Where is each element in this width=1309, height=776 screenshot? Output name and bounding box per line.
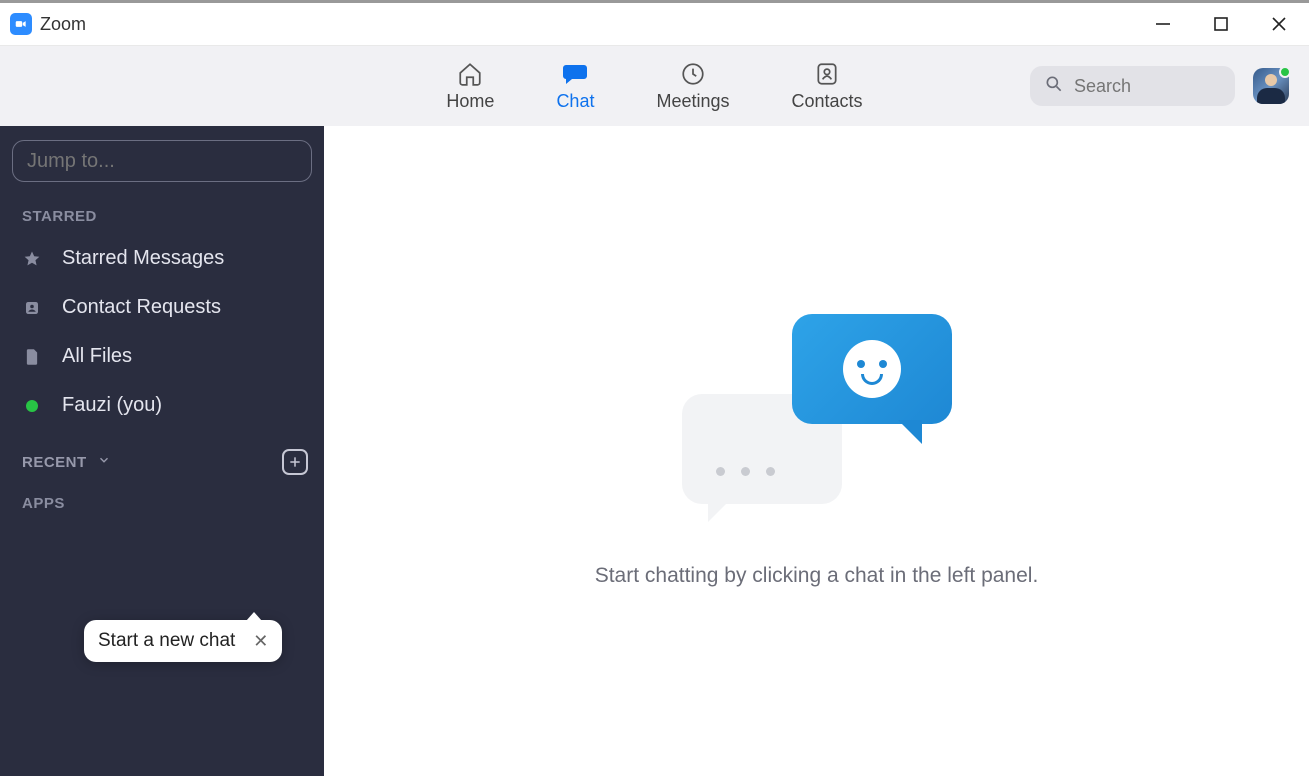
search-icon [1044, 74, 1064, 99]
section-apps-label: APPS [22, 495, 65, 512]
contacts-icon [814, 61, 840, 87]
nav-meetings-label: Meetings [656, 91, 729, 112]
presence-indicator [1279, 66, 1291, 78]
section-starred-label: STARRED [22, 208, 97, 225]
sidebar-item-all-files[interactable]: All Files [12, 335, 312, 378]
nav-items: Home Chat Meetings Contacts [446, 61, 862, 112]
nav-chat-label: Chat [556, 91, 594, 112]
jump-to-input[interactable] [12, 140, 312, 182]
file-icon [22, 347, 42, 367]
titlebar: Zoom [0, 0, 1309, 46]
clock-icon [680, 61, 706, 87]
bubble-blue-icon [792, 314, 952, 424]
search-input[interactable] [1074, 76, 1221, 97]
section-recent-label: RECENT [22, 454, 87, 471]
contact-card-icon [22, 298, 42, 318]
window-controls [1143, 9, 1299, 39]
chat-icon [562, 61, 588, 87]
window-title: Zoom [40, 14, 86, 35]
main-content: Start chatting by clicking a chat in the… [324, 126, 1309, 776]
nav-home[interactable]: Home [446, 61, 494, 112]
maximize-button[interactable] [1201, 9, 1241, 39]
section-recent[interactable]: RECENT [22, 453, 111, 471]
home-icon [457, 61, 483, 87]
profile-avatar[interactable] [1253, 68, 1289, 104]
empty-state-text: Start chatting by clicking a chat in the… [595, 564, 1039, 588]
new-chat-tooltip: Start a new chat ✕ [84, 620, 282, 662]
sidebar-item-contact-requests[interactable]: Contact Requests [12, 286, 312, 329]
sidebar-item-label: Contact Requests [62, 296, 221, 319]
tooltip-close-icon[interactable]: ✕ [253, 631, 268, 652]
presence-dot-icon [22, 396, 42, 416]
tooltip-text: Start a new chat [98, 630, 235, 652]
nav-contacts-label: Contacts [792, 91, 863, 112]
search-box[interactable] [1030, 66, 1235, 106]
nav-home-label: Home [446, 91, 494, 112]
new-chat-button[interactable] [282, 449, 308, 475]
nav-meetings[interactable]: Meetings [656, 61, 729, 112]
nav-chat[interactable]: Chat [556, 61, 594, 112]
top-nav: Home Chat Meetings Contacts [0, 46, 1309, 126]
sidebar-item-label: Fauzi (you) [62, 394, 162, 417]
section-starred: STARRED [12, 202, 312, 231]
titlebar-left: Zoom [10, 13, 86, 35]
sidebar-item-self[interactable]: Fauzi (you) [12, 384, 312, 427]
star-icon [22, 249, 42, 269]
body: STARRED Starred Messages Contact Request… [0, 126, 1309, 776]
empty-state-illustration [682, 314, 952, 514]
chevron-down-icon [97, 453, 111, 471]
section-recent-row: RECENT [12, 441, 312, 483]
section-apps: APPS [12, 489, 312, 518]
app-icon [10, 13, 32, 35]
sidebar-item-label: Starred Messages [62, 247, 224, 270]
minimize-button[interactable] [1143, 9, 1183, 39]
close-button[interactable] [1259, 9, 1299, 39]
sidebar-item-label: All Files [62, 345, 132, 368]
nav-contacts[interactable]: Contacts [792, 61, 863, 112]
sidebar-item-starred-messages[interactable]: Starred Messages [12, 237, 312, 280]
top-nav-right [1030, 66, 1289, 106]
smiley-icon [843, 340, 901, 398]
sidebar: STARRED Starred Messages Contact Request… [0, 126, 324, 776]
